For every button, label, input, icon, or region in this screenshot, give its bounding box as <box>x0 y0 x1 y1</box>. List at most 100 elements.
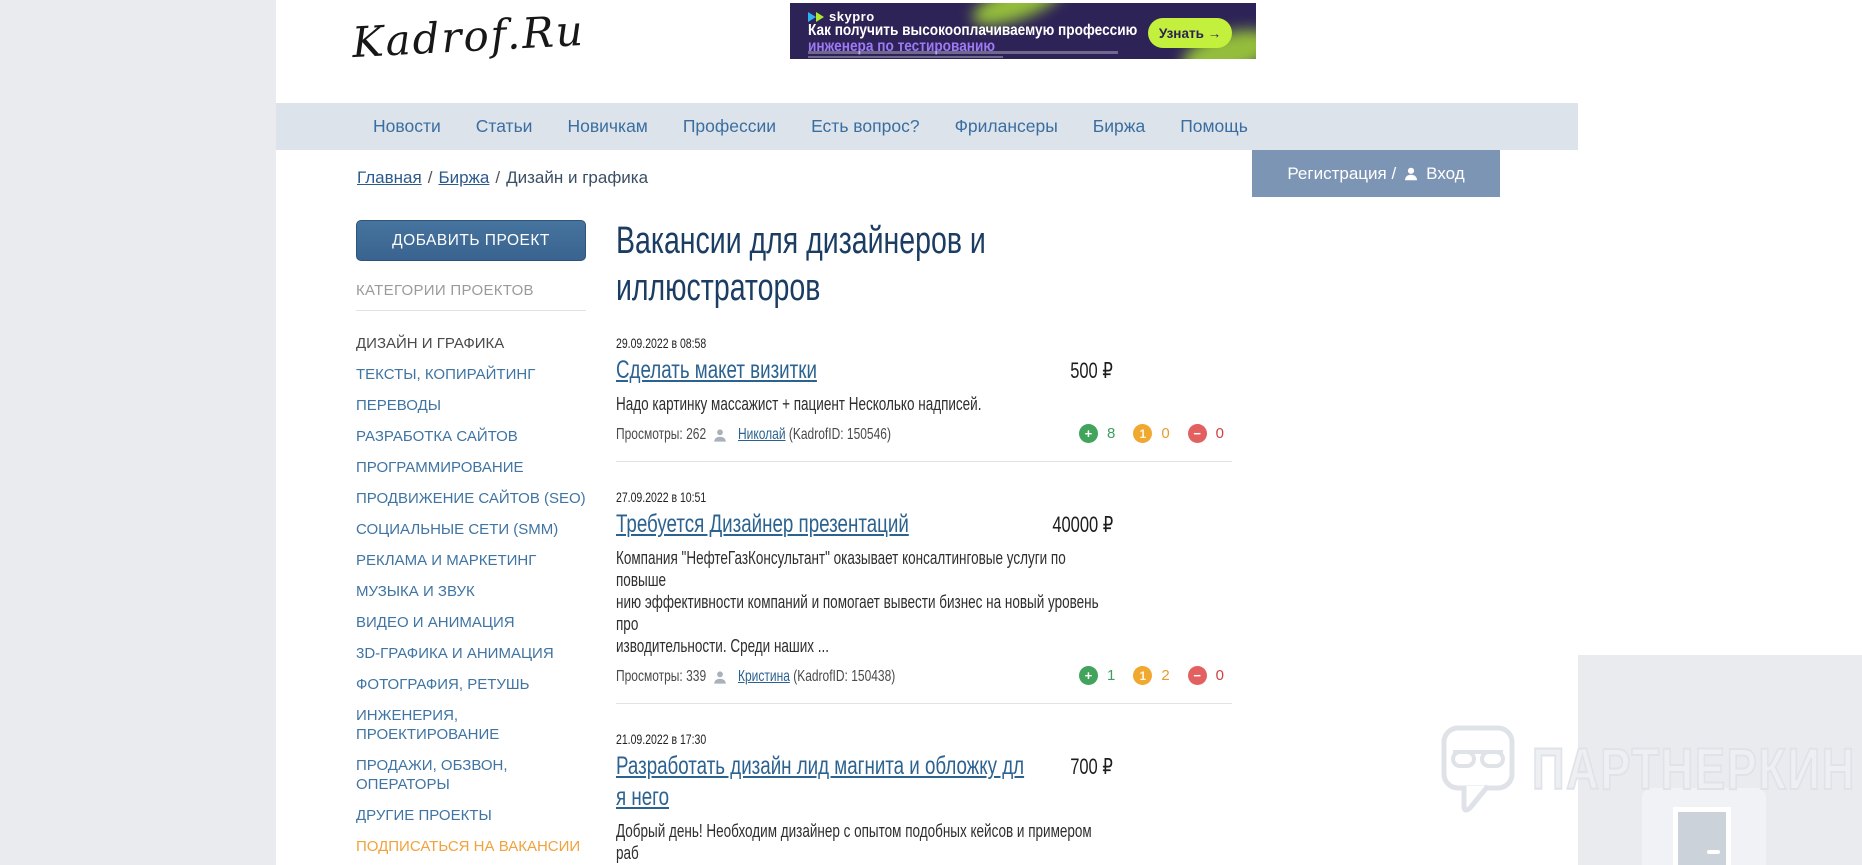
positive-rating-icon: + <box>1078 666 1098 685</box>
job-ratings: +8 1 0−0 <box>1078 424 1224 443</box>
breadcrumb-separator: / <box>427 168 433 187</box>
sidebar: ДОБАВИТЬ ПРОЕКТ КАТЕГОРИИ ПРОЕКТОВ ДИЗАЙ… <box>356 220 586 865</box>
nav-item-articles[interactable]: Статьи <box>476 116 533 137</box>
subscribe-vacancies-link[interactable]: ПОДПИСАТЬСЯ НА ВАКАНСИИ <box>356 837 586 856</box>
banner-fineprint <box>808 51 1118 54</box>
breadcrumb-home[interactable]: Главная <box>357 168 422 187</box>
neutral-count: 0 <box>1161 425 1170 442</box>
sidebar-item-video-animation[interactable]: ВИДЕО И АНИМАЦИЯ <box>356 613 586 632</box>
job-title-row: Сделать макет визитки 500 ₽ <box>616 355 1232 386</box>
page-title: Вакансии для дизайнеров и иллюстраторов <box>616 220 986 309</box>
banner-cta-button[interactable]: Узнать → <box>1148 18 1232 48</box>
site-logo[interactable]: Kadrof.Ru <box>351 6 586 67</box>
author-link[interactable]: Кристина <box>738 668 790 685</box>
neutral-rating-icon: 1 <box>1133 424 1153 443</box>
sidebar-item-website-development[interactable]: РАЗРАБОТКА САЙТОВ <box>356 427 586 446</box>
nav-item-questions[interactable]: Есть вопрос? <box>811 116 919 137</box>
job-description: Надо картинку массажист + пациент Нескол… <box>616 394 982 414</box>
register-login-button[interactable]: Регистрация / Вход <box>1252 150 1500 197</box>
sidebar-item-seo[interactable]: ПРОДВИЖЕНИЕ САЙТОВ (SEO) <box>356 489 586 508</box>
page: Kadrof.Ru skypro Как получить высокоопла… <box>0 0 1862 865</box>
banner-fineprint <box>808 55 1003 58</box>
breadcrumb-separator: / <box>495 168 501 187</box>
ad-banner[interactable]: skypro Как получить высокооплачиваемую п… <box>790 3 1256 59</box>
job-date: 29.09.2022 в 08:58 <box>616 335 707 351</box>
sidebar-item-programming[interactable]: ПРОГРАММИРОВАНИЕ <box>356 458 586 477</box>
job-title-link[interactable]: Требуется Дизайнер презентаций <box>616 509 909 540</box>
add-project-button[interactable]: ДОБАВИТЬ ПРОЕКТ <box>356 220 586 261</box>
job-divider <box>616 703 1232 704</box>
user-icon <box>1405 167 1418 180</box>
main-nav: Новости Статьи Новичкам Профессии Есть в… <box>276 103 1578 150</box>
breadcrumb-exchange[interactable]: Биржа <box>438 168 489 187</box>
sidebar-item-music-sound[interactable]: МУЗЫКА И ЗВУК <box>356 582 586 601</box>
sidebar-item-design-graphics[interactable]: ДИЗАЙН И ГРАФИКА <box>356 334 586 353</box>
breadcrumb-current: Дизайн и графика <box>506 168 649 187</box>
author-kadrof-id: (KadrofID: 150438) <box>793 668 896 685</box>
job-date: 21.09.2022 в 17:30 <box>616 731 707 747</box>
nav-item-exchange[interactable]: Биржа <box>1093 116 1145 137</box>
negative-rating-icon: − <box>1187 424 1207 443</box>
door-handle <box>1707 850 1720 854</box>
sidebar-item-smm[interactable]: СОЦИАЛЬНЫЕ СЕТИ (SMM) <box>356 520 586 539</box>
job-date: 27.09.2022 в 10:51 <box>616 489 707 505</box>
nav-item-news[interactable]: Новости <box>373 116 441 137</box>
nav-item-beginners[interactable]: Новичкам <box>567 116 647 137</box>
job-title-link[interactable]: Разработать дизайн лид магнита и обложку… <box>616 751 1024 813</box>
neutral-rating-icon: 1 <box>1133 666 1153 685</box>
author-icon <box>714 429 726 442</box>
job-title-row: Разработать дизайн лид магнита и обложку… <box>616 751 1232 813</box>
job-ratings: +1 1 2−0 <box>1078 666 1224 685</box>
sidebar-item-3d-graphics[interactable]: 3D-ГРАФИКА И АНИМАЦИЯ <box>356 644 586 663</box>
job-author: Кристина (KadrofID: 150438) <box>738 668 948 686</box>
sidebar-item-texts-copywriting[interactable]: ТЕКСТЫ, КОПИРАЙТИНГ <box>356 365 586 384</box>
negative-count: 0 <box>1215 425 1224 442</box>
positive-rating-icon: + <box>1078 424 1098 443</box>
job-title-row: Требуется Дизайнер презентаций 40000 ₽ <box>616 509 1232 540</box>
partnerkin-bubble-icon <box>1441 725 1515 813</box>
login-label: Вход <box>1426 163 1465 183</box>
partnerkin-watermark: ПАРТНЕРКИН <box>1440 724 1862 816</box>
main-column: Вакансии для дизайнеров и иллюстраторов … <box>616 218 1232 865</box>
nav-item-help[interactable]: Помощь <box>1180 116 1248 137</box>
job-price: 500 ₽ <box>1070 358 1113 383</box>
job-author: Николай (KadrofID: 150546) <box>738 426 942 444</box>
breadcrumb: Главная / Биржа / Дизайн и графика <box>357 168 648 188</box>
job-meta: Просмотры: 339 Кристина (KadrofID: 15043… <box>616 666 1232 688</box>
positive-count: 1 <box>1106 667 1116 684</box>
author-link[interactable]: Николай <box>738 426 786 443</box>
nav-item-freelancers[interactable]: Фрилансеры <box>955 116 1058 137</box>
sidebar-item-translations[interactable]: ПЕРЕВОДЫ <box>356 396 586 415</box>
author-kadrof-id: (KadrofID: 150546) <box>788 426 891 443</box>
categories-list: ДИЗАЙН И ГРАФИКА ТЕКСТЫ, КОПИРАЙТИНГ ПЕР… <box>356 334 586 825</box>
sidebar-item-advertising-marketing[interactable]: РЕКЛАМА И МАРКЕТИНГ <box>356 551 586 570</box>
job-description: Компания "НефтеГазКонсультант" оказывает… <box>616 548 1099 656</box>
job-list: 29.09.2022 в 08:58 Сделать макет визитки… <box>616 334 1232 865</box>
negative-rating-icon: − <box>1187 666 1207 685</box>
skypro-play-icon <box>816 11 824 22</box>
neutral-count: 2 <box>1161 667 1170 684</box>
sidebar-item-engineering-design[interactable]: ИНЖЕНЕРИЯ, ПРОЕКТИРОВАНИЕ <box>356 706 586 744</box>
author-icon <box>714 671 726 684</box>
job-title-link[interactable]: Сделать макет визитки <box>616 355 817 386</box>
negative-count: 0 <box>1215 667 1224 684</box>
sidebar-item-photography-retouch[interactable]: ФОТОГРАФИЯ, РЕТУШЬ <box>356 675 586 694</box>
job-divider <box>616 461 1232 462</box>
register-label: Регистрация / <box>1287 163 1397 183</box>
job-listing: 27.09.2022 в 10:51 Требуется Дизайнер пр… <box>616 488 1232 704</box>
skypro-play-icon <box>808 11 816 22</box>
job-meta: Просмотры: 262 Николай (KadrofID: 150546… <box>616 424 1232 446</box>
left-margin <box>0 0 276 865</box>
sidebar-item-other-projects[interactable]: ДРУГИЕ ПРОЕКТЫ <box>356 806 586 825</box>
job-price: 40000 ₽ <box>1052 512 1113 537</box>
nav-item-professions[interactable]: Профессии <box>683 116 776 137</box>
sidebar-item-sales-calls-operators[interactable]: ПРОДАЖИ, ОБЗВОН, ОПЕРАТОРЫ <box>356 756 586 794</box>
job-listing: 29.09.2022 в 08:58 Сделать макет визитки… <box>616 334 1232 462</box>
job-listing: 21.09.2022 в 17:30 Разработать дизайн ли… <box>616 730 1232 865</box>
positive-count: 8 <box>1106 425 1116 442</box>
partnerkin-watermark-text: ПАРТНЕРКИН <box>1531 736 1856 803</box>
job-price: 700 ₽ <box>1070 754 1113 779</box>
job-description: Добрый день! Необходим дизайнер с опытом… <box>616 821 1092 863</box>
categories-title: КАТЕГОРИИ ПРОЕКТОВ <box>356 282 586 311</box>
content-area: Kadrof.Ru skypro Как получить высокоопла… <box>276 0 1578 865</box>
